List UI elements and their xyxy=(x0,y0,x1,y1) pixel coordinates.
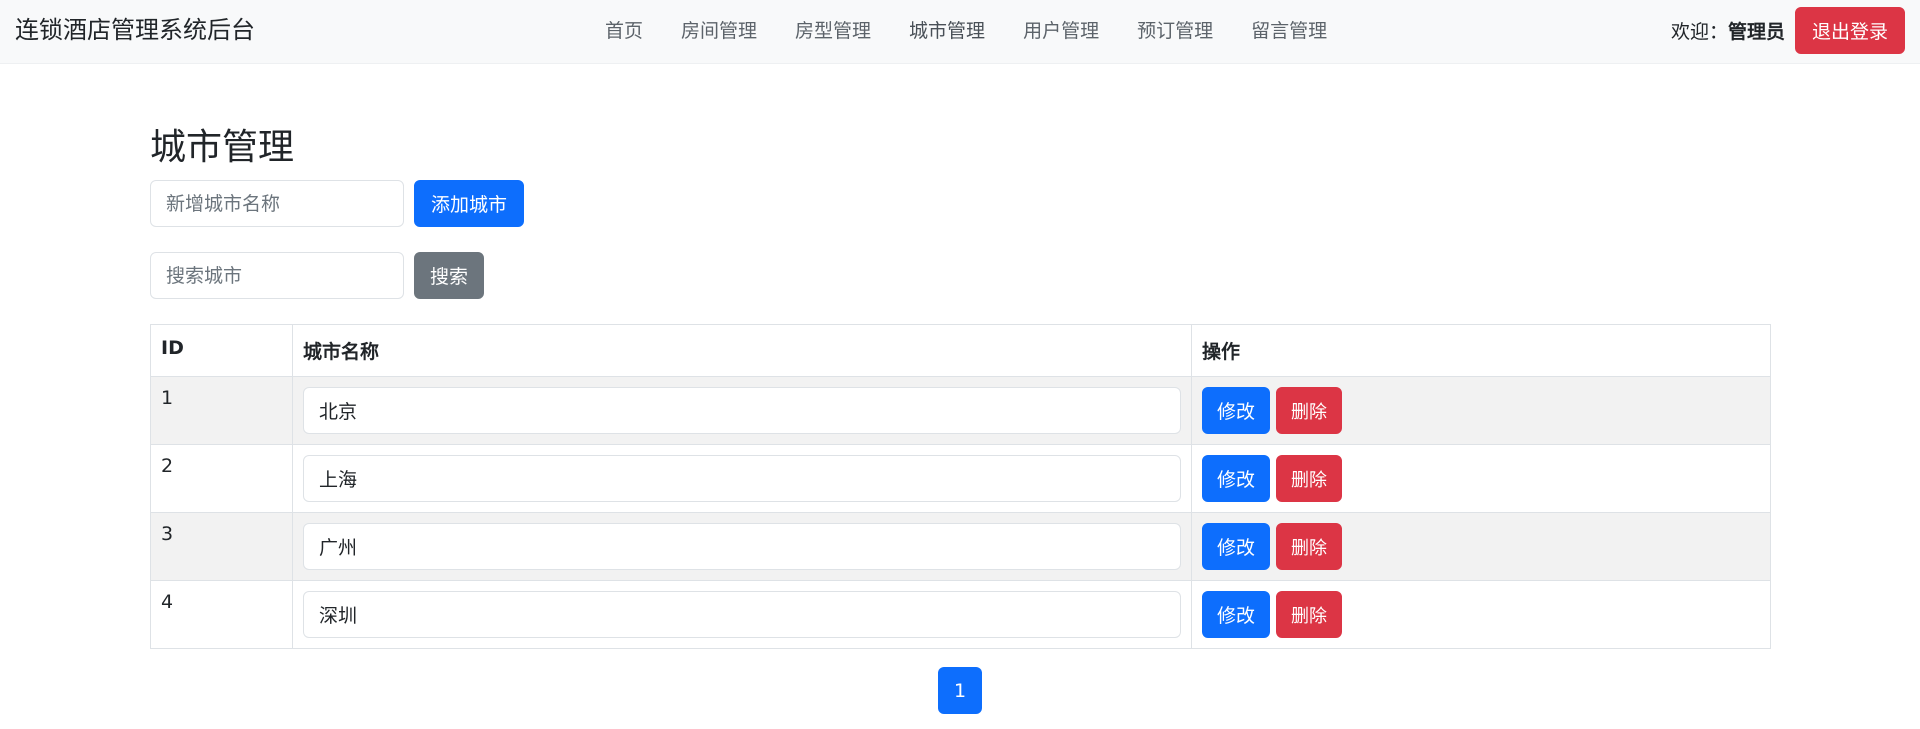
row-id: 4 xyxy=(150,580,293,649)
username: 管理员 xyxy=(1727,21,1785,43)
row-name-cell xyxy=(292,444,1192,513)
row-id: 1 xyxy=(150,376,293,445)
row-id: 2 xyxy=(150,444,293,513)
city-table-container: ID 城市名称 操作 1 修改 删除 2 修改 删除 xyxy=(150,324,1771,649)
nav-item-bookings[interactable]: 预订管理 xyxy=(1118,16,1232,46)
edit-button[interactable]: 修改 xyxy=(1202,591,1271,638)
row-actions: 修改 删除 xyxy=(1191,444,1771,513)
edit-button[interactable]: 修改 xyxy=(1202,455,1271,502)
header-id: ID xyxy=(150,324,293,377)
app-brand[interactable]: 连锁酒店管理系统后台 xyxy=(15,14,255,46)
nav-item-room-types[interactable]: 房型管理 xyxy=(776,16,890,46)
search-button[interactable]: 搜索 xyxy=(414,252,485,299)
row-actions: 修改 删除 xyxy=(1191,580,1771,649)
row-name-cell xyxy=(292,512,1192,581)
city-name-input[interactable] xyxy=(303,455,1181,502)
edit-button[interactable]: 修改 xyxy=(1202,387,1271,434)
city-name-input[interactable] xyxy=(303,591,1181,638)
city-name-input[interactable] xyxy=(303,523,1181,570)
nav-item-cities[interactable]: 城市管理 xyxy=(890,16,1004,46)
add-city-form: 添加城市 xyxy=(150,180,525,227)
welcome-text: 欢迎：管理员 xyxy=(1671,17,1785,44)
nav-item-rooms[interactable]: 房间管理 xyxy=(662,16,776,46)
welcome-prefix: 欢迎： xyxy=(1670,21,1728,43)
new-city-input[interactable] xyxy=(150,180,404,227)
edit-button[interactable]: 修改 xyxy=(1202,523,1271,570)
row-id: 3 xyxy=(150,512,293,581)
nav-links: 首页 房间管理 房型管理 城市管理 用户管理 预订管理 留言管理 xyxy=(586,16,1346,46)
page-title: 城市管理 xyxy=(150,127,295,168)
nav-item-messages[interactable]: 留言管理 xyxy=(1232,16,1346,46)
table-row: 1 修改 删除 xyxy=(150,376,1771,445)
add-city-button[interactable]: 添加城市 xyxy=(414,180,525,227)
row-name-cell xyxy=(292,580,1192,649)
row-actions: 修改 删除 xyxy=(1191,512,1771,581)
delete-button[interactable]: 删除 xyxy=(1276,387,1343,434)
header-city-name: 城市名称 xyxy=(292,324,1192,377)
table-row: 4 修改 删除 xyxy=(150,580,1771,649)
delete-button[interactable]: 删除 xyxy=(1276,455,1343,502)
page-button-current[interactable]: 1 xyxy=(938,667,982,714)
pagination: 1 xyxy=(938,667,982,714)
logout-button[interactable]: 退出登录 xyxy=(1794,7,1905,54)
nav-item-home[interactable]: 首页 xyxy=(586,16,662,46)
delete-button[interactable]: 删除 xyxy=(1276,591,1343,638)
table-header-row: ID 城市名称 操作 xyxy=(150,324,1771,377)
table-row: 2 修改 删除 xyxy=(150,444,1771,513)
delete-button[interactable]: 删除 xyxy=(1276,523,1343,570)
nav-item-users[interactable]: 用户管理 xyxy=(1004,16,1118,46)
search-city-form: 搜索 xyxy=(150,252,485,299)
top-navbar: 连锁酒店管理系统后台 首页 房间管理 房型管理 城市管理 用户管理 预订管理 留… xyxy=(0,0,1920,64)
search-input[interactable] xyxy=(150,252,404,299)
city-table: ID 城市名称 操作 1 修改 删除 2 修改 删除 xyxy=(150,324,1771,649)
header-actions: 操作 xyxy=(1191,324,1771,377)
row-name-cell xyxy=(292,376,1192,445)
nav-user-area: 欢迎：管理员 退出登录 xyxy=(1671,7,1905,54)
table-row: 3 修改 删除 xyxy=(150,512,1771,581)
row-actions: 修改 删除 xyxy=(1191,376,1771,445)
city-name-input[interactable] xyxy=(303,387,1181,434)
